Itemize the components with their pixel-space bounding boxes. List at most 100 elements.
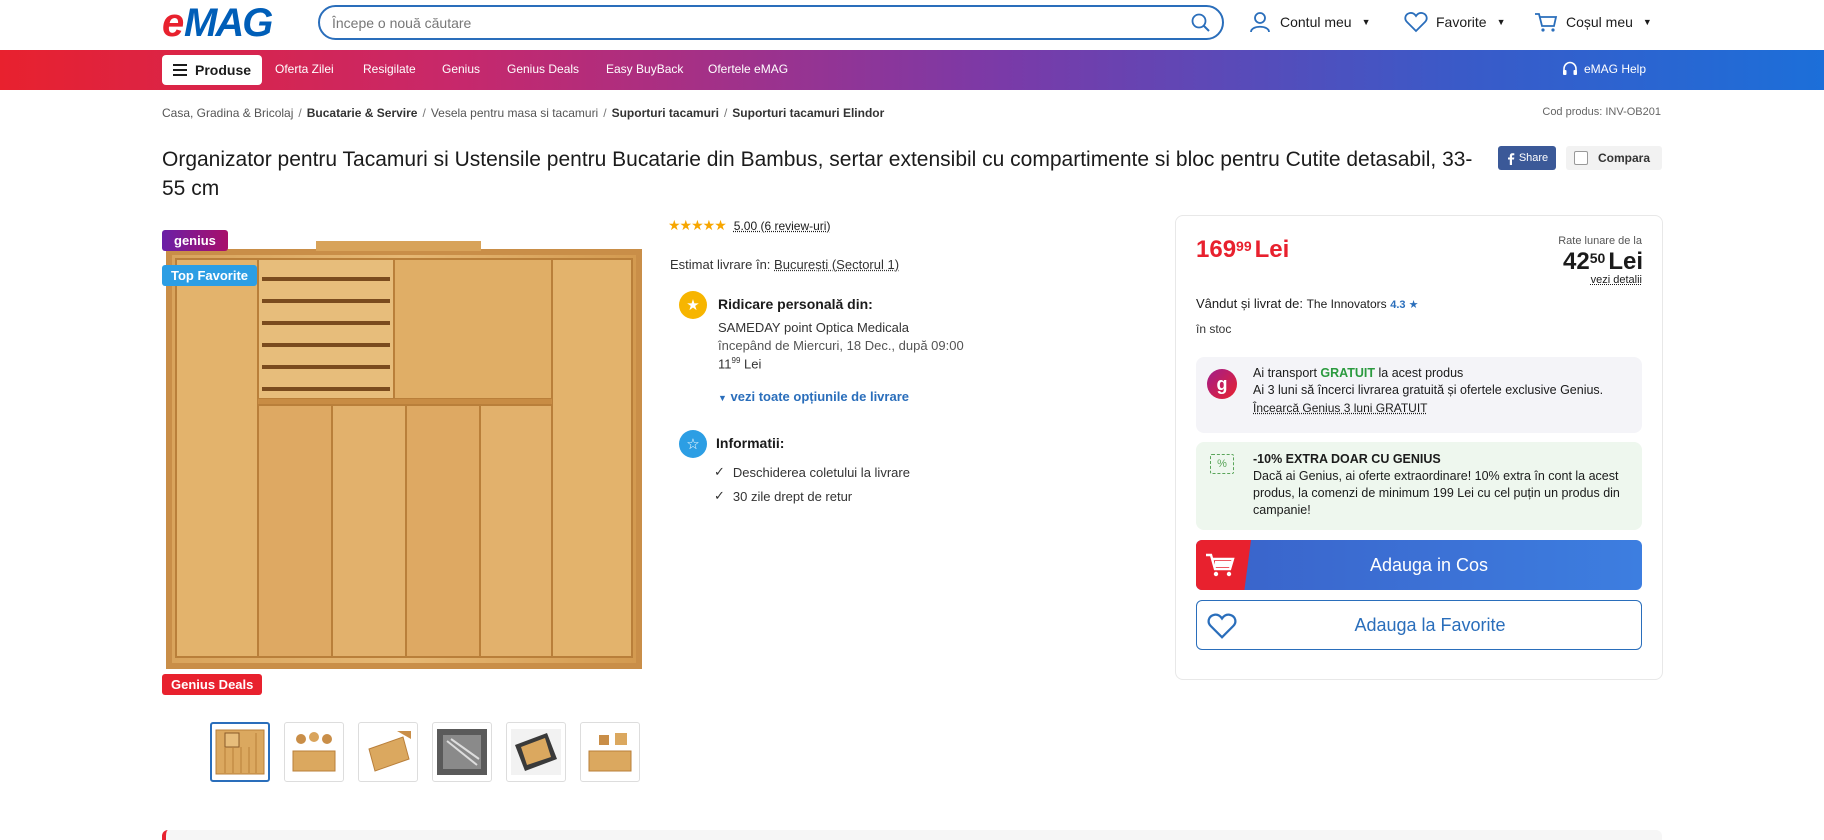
chevron-down-icon: ▼ bbox=[1496, 17, 1506, 27]
facebook-share-button[interactable]: Share bbox=[1498, 146, 1556, 170]
delivery-estimate: Estimat livrare în: București (Sectorul … bbox=[670, 257, 899, 272]
delivery-location-link[interactable]: București (Sectorul 1) bbox=[774, 257, 899, 272]
pickup-price-int: 11 bbox=[718, 356, 732, 372]
search-box bbox=[318, 5, 1224, 40]
favorites-label: Favorite bbox=[1436, 14, 1487, 30]
cart-icon bbox=[1535, 13, 1558, 32]
see-delivery-options-label: vezi toate opțiunile de livrare bbox=[730, 389, 909, 404]
product-code: Cod produs: INV-OB201 bbox=[1542, 106, 1661, 118]
nav-item-resigilate[interactable]: Resigilate bbox=[363, 62, 416, 76]
emag-logo-icon: e MAG bbox=[162, 2, 274, 42]
pickup-price: 1199 Lei bbox=[718, 356, 761, 371]
search-input[interactable] bbox=[332, 13, 1172, 33]
info-item-label: Deschiderea coletului la livrare bbox=[732, 464, 910, 480]
nav-item-genius[interactable]: Genius bbox=[442, 62, 480, 76]
products-menu-button[interactable]: Produse bbox=[162, 55, 262, 85]
help-label: eMAG Help bbox=[1584, 62, 1647, 76]
genius-free-shipping: Ai transport GRATUIT la acest produs bbox=[1253, 366, 1463, 380]
seller-label: Vândut și livrat de: bbox=[1196, 296, 1303, 311]
seller-name-link[interactable]: The Innovators bbox=[1307, 297, 1387, 311]
info-item: ✓ Deschiderea coletului la livrare bbox=[714, 464, 910, 480]
installments-details-link[interactable]: vezi detalii bbox=[1591, 274, 1642, 286]
price-int: 169 bbox=[1196, 236, 1237, 263]
cart-label: Coșul meu bbox=[1566, 14, 1633, 30]
seller-rating: 4.3 ★ bbox=[1390, 299, 1419, 311]
pickup-title: Ridicare personală din: bbox=[718, 296, 873, 312]
installments-value: 4250 Lei bbox=[1563, 248, 1643, 276]
product-main-image[interactable] bbox=[166, 241, 642, 673]
nav-item-oferta-zilei[interactable]: Oferta Zilei bbox=[275, 62, 334, 76]
help-link[interactable]: eMAG Help bbox=[1562, 61, 1646, 77]
add-to-favorites-label: Adauga la Favorite bbox=[1354, 614, 1506, 635]
page-title: Organizator pentru Tacamuri si Ustensile… bbox=[162, 148, 1473, 200]
thumbnail-image bbox=[215, 729, 265, 775]
headset-icon bbox=[1563, 61, 1577, 75]
caret-down-icon: ▼ bbox=[718, 393, 727, 403]
breadcrumb-separator: / bbox=[298, 106, 302, 120]
pickup-point: SAMEDAY point Optica Medicala bbox=[718, 320, 909, 335]
thumbnail[interactable] bbox=[580, 722, 640, 782]
see-delivery-options-link[interactable]: ▼ vezi toate opțiunile de livrare bbox=[718, 389, 909, 404]
compare-button[interactable]: Compara bbox=[1566, 146, 1662, 170]
next-section-strip bbox=[162, 830, 1662, 840]
account-label: Contul meu bbox=[1280, 14, 1352, 30]
info-item: ✓ 30 zile drept de retur bbox=[714, 488, 852, 504]
chevron-down-icon: ▼ bbox=[1642, 17, 1652, 27]
thumbnail[interactable] bbox=[358, 722, 418, 782]
chevron-down-icon: ▼ bbox=[1361, 17, 1371, 27]
extra-discount-title: -10% EXTRA DOAR CU GENIUS bbox=[1253, 452, 1441, 466]
nav-item-easy-buyback[interactable]: Easy BuyBack bbox=[606, 62, 683, 76]
product-rating[interactable]: ★★★★★ 5.00 (6 review-uri) bbox=[668, 217, 830, 234]
thumbnail[interactable] bbox=[210, 722, 270, 782]
reviews-link[interactable]: 5.00 (6 review-uri) bbox=[734, 219, 831, 233]
stock-status: în stoc bbox=[1196, 322, 1232, 336]
star-icon: ★ bbox=[679, 291, 707, 319]
check-icon: ✓ bbox=[714, 488, 725, 503]
extra-discount-text: Dacă ai Genius, ai oferte extraordinare!… bbox=[1253, 469, 1620, 517]
info-item-label: 30 zile drept de retur bbox=[732, 488, 853, 504]
genius-line1-suffix: la acest produs bbox=[1378, 366, 1464, 380]
facebook-icon bbox=[1507, 152, 1515, 165]
thumbnail[interactable] bbox=[284, 722, 344, 782]
add-to-favorites-button[interactable]: Adauga la Favorite bbox=[1196, 600, 1642, 650]
breadcrumb-item[interactable]: Suporturi tacamuri Elindor bbox=[732, 106, 884, 120]
breadcrumb-item[interactable]: Suporturi tacamuri bbox=[612, 106, 719, 120]
thumbnail-image bbox=[368, 731, 411, 772]
top-header: e MAG Contul meu ▼ Favorite ▼ Coșul meu bbox=[0, 0, 1824, 50]
breadcrumb-item[interactable]: Bucatarie & Servire bbox=[307, 106, 418, 120]
add-to-cart-button[interactable]: Adauga in Cos bbox=[1196, 540, 1642, 590]
breadcrumb-item[interactable]: Casa, Gradina & Bricolaj bbox=[162, 106, 293, 120]
info-title: Informatii: bbox=[716, 435, 785, 451]
top-favorite-badge: Top Favorite bbox=[162, 265, 258, 286]
account-link[interactable]: Contul meu ▼ bbox=[1248, 10, 1371, 34]
nav-item-genius-deals[interactable]: Genius Deals bbox=[507, 62, 579, 76]
add-to-cart-label: Adauga in Cos bbox=[1369, 554, 1489, 575]
thumbnail-strip bbox=[210, 722, 640, 782]
breadcrumb-separator: / bbox=[422, 106, 426, 120]
genius-badge: genius bbox=[162, 230, 228, 251]
pickup-price-dec: 99 bbox=[731, 356, 741, 365]
installments-label: Rate lunare de la bbox=[1558, 235, 1642, 247]
share-label: Share bbox=[1518, 152, 1549, 164]
thumbnail[interactable] bbox=[432, 722, 492, 782]
search-icon[interactable] bbox=[1190, 13, 1212, 33]
products-menu-label: Produse bbox=[195, 62, 252, 78]
thumbnail[interactable] bbox=[506, 722, 566, 782]
pickup-currency: Lei bbox=[744, 356, 762, 372]
compare-checkbox[interactable] bbox=[1574, 151, 1588, 165]
main-nav: Produse Oferta Zilei Resigilate Genius G… bbox=[0, 50, 1824, 90]
rate-int: 42 bbox=[1563, 248, 1590, 275]
genius-trial-link[interactable]: Încearcă Genius 3 luni GRATUIT bbox=[1253, 401, 1428, 415]
thumbnail-image bbox=[292, 732, 336, 772]
emag-logo[interactable]: e MAG bbox=[162, 0, 300, 44]
nav-item-ofertele-emag[interactable]: Ofertele eMAG bbox=[708, 62, 788, 76]
heart-icon bbox=[1404, 12, 1428, 33]
breadcrumb-item[interactable]: Vesela pentru masa si tacamuri bbox=[431, 106, 598, 120]
cart-link[interactable]: Coșul meu ▼ bbox=[1534, 10, 1652, 34]
rate-dec: 50 bbox=[1589, 250, 1606, 266]
thumbnail-image bbox=[588, 733, 632, 772]
thumbnail-image bbox=[511, 729, 561, 775]
favorites-link[interactable]: Favorite ▼ bbox=[1404, 10, 1506, 34]
breadcrumb-separator: / bbox=[603, 106, 607, 120]
rating-stars: ★★★★★ bbox=[668, 217, 727, 233]
